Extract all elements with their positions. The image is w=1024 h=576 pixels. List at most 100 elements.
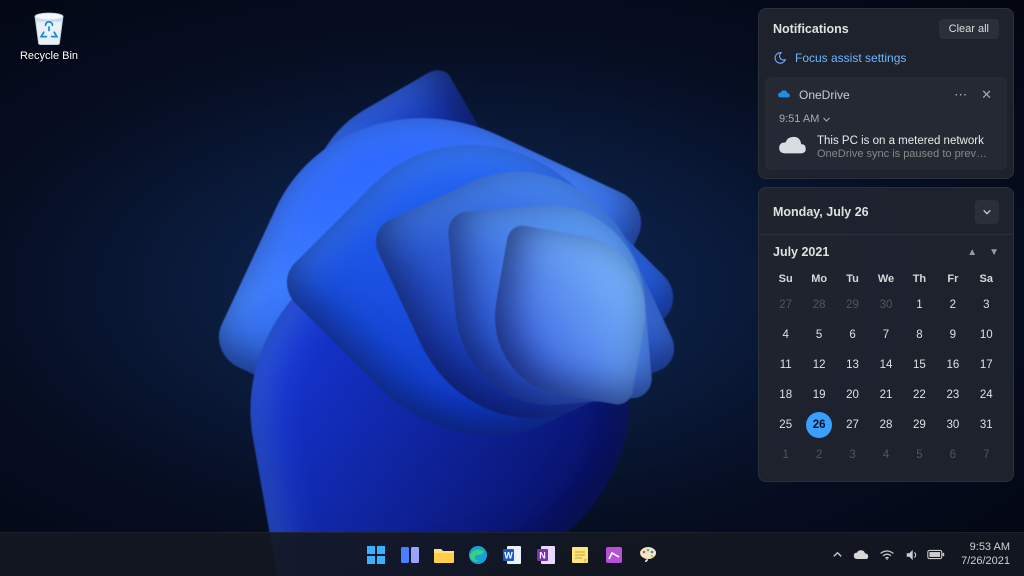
chevron-down-icon xyxy=(982,207,992,217)
calendar-day-today[interactable]: 26 xyxy=(806,412,832,438)
onedrive-icon xyxy=(777,88,791,102)
file-explorer-button[interactable] xyxy=(430,541,458,569)
notification-app-name: OneDrive xyxy=(799,88,850,102)
calendar-day[interactable]: 16 xyxy=(940,352,966,378)
calendar-day[interactable]: 30 xyxy=(873,292,899,318)
taskbar: W N xyxy=(0,532,1024,576)
calendar-day[interactable]: 1 xyxy=(773,442,799,468)
focus-assist-label: Focus assist settings xyxy=(795,51,906,65)
paint-button[interactable] xyxy=(634,541,662,569)
calendar-day[interactable]: 17 xyxy=(973,352,999,378)
calendar-panel: Monday, July 26 July 2021 ▲ ▼ SuMoTuWeTh… xyxy=(758,187,1014,482)
calendar-day[interactable]: 5 xyxy=(806,322,832,348)
calendar-month-label[interactable]: July 2021 xyxy=(773,245,829,259)
notification-time-row[interactable]: 9:51 AM xyxy=(779,113,995,125)
onedrive-tray-icon[interactable] xyxy=(853,549,869,561)
tray-chevron-up-icon[interactable] xyxy=(832,549,843,560)
notifications-panel: Notifications Clear all Focus assist set… xyxy=(758,8,1014,179)
calendar-day[interactable]: 30 xyxy=(940,412,966,438)
battery-icon[interactable] xyxy=(927,549,945,560)
focus-assist-link[interactable]: Focus assist settings xyxy=(759,45,1013,77)
folder-icon xyxy=(433,545,455,565)
calendar-collapse-button[interactable] xyxy=(975,200,999,224)
calendar-day[interactable]: 7 xyxy=(873,322,899,348)
sticky-notes-icon xyxy=(570,545,590,565)
calendar-next-month[interactable]: ▼ xyxy=(989,247,999,258)
calendar-day[interactable]: 20 xyxy=(840,382,866,408)
calendar-day[interactable]: 29 xyxy=(906,412,932,438)
calendar-day[interactable]: 8 xyxy=(906,322,932,348)
volume-icon[interactable] xyxy=(905,548,917,562)
taskbar-clock[interactable]: 9:53 AM 7/26/2021 xyxy=(957,539,1014,571)
calendar-prev-month[interactable]: ▲ xyxy=(967,247,977,258)
start-button[interactable] xyxy=(362,541,390,569)
calendar-full-date: Monday, July 26 xyxy=(773,205,869,219)
moon-icon xyxy=(773,51,787,65)
calendar-day[interactable]: 23 xyxy=(940,382,966,408)
notification-close-icon[interactable]: ✕ xyxy=(978,87,995,103)
onenote-button[interactable]: N xyxy=(532,541,560,569)
edge-icon xyxy=(468,545,488,565)
screen-sketch-icon xyxy=(604,545,624,565)
taskbar-date: 7/26/2021 xyxy=(961,555,1010,569)
calendar-day[interactable]: 28 xyxy=(806,292,832,318)
calendar-day[interactable]: 6 xyxy=(940,442,966,468)
calendar-day[interactable]: 21 xyxy=(873,382,899,408)
calendar-day[interactable]: 7 xyxy=(973,442,999,468)
calendar-day[interactable]: 31 xyxy=(973,412,999,438)
sticky-notes-button[interactable] xyxy=(566,541,594,569)
taskbar-center-icons: W N xyxy=(362,541,662,569)
calendar-day[interactable]: 27 xyxy=(773,292,799,318)
word-icon: W xyxy=(502,545,522,565)
action-center-flyout: Notifications Clear all Focus assist set… xyxy=(758,8,1014,482)
notification-time: 9:51 AM xyxy=(779,113,819,125)
screen-sketch-button[interactable] xyxy=(600,541,628,569)
task-view-button[interactable] xyxy=(396,541,424,569)
calendar-day[interactable]: 4 xyxy=(773,322,799,348)
svg-text:N: N xyxy=(539,550,546,560)
calendar-day[interactable]: 24 xyxy=(973,382,999,408)
calendar-day[interactable]: 3 xyxy=(973,292,999,318)
calendar-day[interactable]: 10 xyxy=(973,322,999,348)
clear-all-button[interactable]: Clear all xyxy=(939,19,999,39)
calendar-day-header: Fr xyxy=(936,269,969,289)
svg-text:W: W xyxy=(504,550,513,560)
calendar-day[interactable]: 5 xyxy=(906,442,932,468)
calendar-day[interactable]: 29 xyxy=(840,292,866,318)
calendar-day-header: Mo xyxy=(802,269,835,289)
calendar-day-header: Tu xyxy=(836,269,869,289)
onenote-icon: N xyxy=(536,545,556,565)
calendar-day[interactable]: 15 xyxy=(906,352,932,378)
calendar-day[interactable]: 19 xyxy=(806,382,832,408)
paint-icon xyxy=(638,545,658,565)
calendar-grid: SuMoTuWeThFrSa27282930123456789101112131… xyxy=(759,263,1013,481)
calendar-day[interactable]: 28 xyxy=(873,412,899,438)
calendar-day[interactable]: 4 xyxy=(873,442,899,468)
calendar-day[interactable]: 18 xyxy=(773,382,799,408)
notification-card[interactable]: OneDrive ⋯ ✕ 9:51 AM This PC is on a met… xyxy=(765,77,1007,170)
calendar-day[interactable]: 11 xyxy=(773,352,799,378)
calendar-day[interactable]: 12 xyxy=(806,352,832,378)
calendar-day[interactable]: 1 xyxy=(906,292,932,318)
calendar-day[interactable]: 9 xyxy=(940,322,966,348)
edge-button[interactable] xyxy=(464,541,492,569)
calendar-day[interactable]: 3 xyxy=(840,442,866,468)
recycle-bin-desktop-icon[interactable]: Recycle Bin xyxy=(14,6,84,62)
windows-logo-icon xyxy=(366,545,386,565)
calendar-day[interactable]: 2 xyxy=(806,442,832,468)
calendar-day[interactable]: 27 xyxy=(840,412,866,438)
calendar-day[interactable]: 22 xyxy=(906,382,932,408)
calendar-day[interactable]: 25 xyxy=(773,412,799,438)
calendar-day-header: Th xyxy=(903,269,936,289)
chevron-down-icon xyxy=(822,115,831,124)
calendar-day[interactable]: 2 xyxy=(940,292,966,318)
notification-more-icon[interactable]: ⋯ xyxy=(951,87,970,103)
task-view-icon xyxy=(400,545,420,565)
calendar-day[interactable]: 14 xyxy=(873,352,899,378)
word-button[interactable]: W xyxy=(498,541,526,569)
calendar-day-header: We xyxy=(869,269,902,289)
calendar-day[interactable]: 13 xyxy=(840,352,866,378)
calendar-day[interactable]: 6 xyxy=(840,322,866,348)
notification-title: This PC is on a metered network xyxy=(817,135,992,147)
wifi-icon[interactable] xyxy=(879,549,895,561)
